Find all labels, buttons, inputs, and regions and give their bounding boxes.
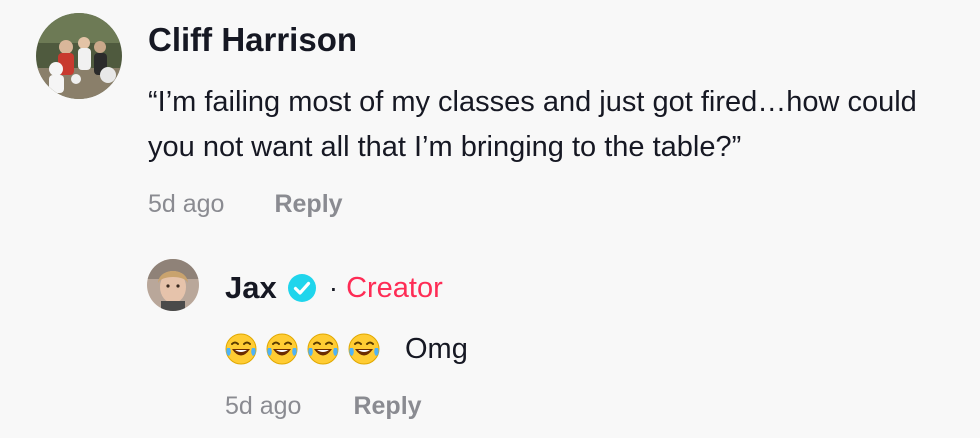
reply-meta: 5d ago Reply [225,388,422,424]
face-with-tears-of-joy-emoji-icon [224,332,258,366]
verified-badge-icon [287,273,317,303]
comment-thread: Cliff Harrison “I’m failing most of my c… [0,0,980,438]
separator-dot: · [328,272,339,303]
creator-badge: Creator [346,271,443,304]
reply-header: Jax · Creator [225,266,443,310]
group-photo-avatar-image [36,13,122,99]
face-with-tears-of-joy-emoji-icon [265,332,299,366]
face-with-tears-of-joy-emoji-icon [347,332,381,366]
reply-author-name[interactable]: Jax [225,270,277,306]
reply-body: Omg [224,327,468,371]
reply-avatar[interactable] [147,259,199,311]
avatar[interactable] [36,13,122,99]
comment-author-name[interactable]: Cliff Harrison [148,18,357,62]
comment-timestamp: 5d ago [148,190,225,218]
reply-button[interactable]: Reply [353,392,421,420]
person-photo-avatar-image [147,259,199,311]
comment-text: “I’m failing most of my classes and just… [148,86,917,163]
comment-meta: 5d ago Reply [148,186,343,222]
reply-button[interactable]: Reply [274,190,342,218]
reply-timestamp: 5d ago [225,392,302,420]
reply-text: Omg [405,332,468,365]
face-with-tears-of-joy-emoji-icon [306,332,340,366]
